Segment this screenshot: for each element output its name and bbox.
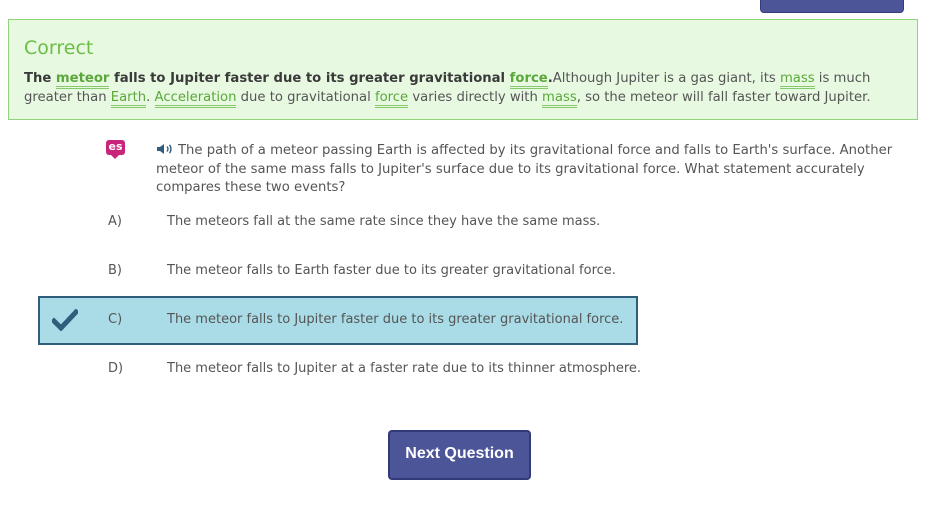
feedback-text: The meteor falls to Jupiter faster due t… bbox=[24, 70, 904, 108]
glossary-link-force[interactable]: force bbox=[509, 71, 548, 89]
answer-choice-b[interactable]: B) The meteor falls to Earth faster due … bbox=[0, 263, 943, 283]
choice-text: The meteor falls to Jupiter at a faster … bbox=[167, 361, 642, 376]
text-segment: The bbox=[24, 71, 56, 86]
answer-choice-c[interactable]: C) The meteor falls to Jupiter faster du… bbox=[0, 312, 943, 332]
choice-text: The meteors fall at the same rate since … bbox=[167, 214, 601, 229]
glossary-link-meteor[interactable]: meteor bbox=[55, 71, 110, 89]
question-stem: The path of a meteor passing Earth is af… bbox=[156, 142, 916, 198]
choice-letter: A) bbox=[108, 214, 122, 229]
text-segment: . bbox=[146, 89, 155, 105]
glossary-link-earth[interactable]: Earth bbox=[110, 89, 147, 108]
spanish-translation-icon[interactable]: es bbox=[106, 140, 125, 159]
text-segment: varies directly with bbox=[408, 89, 543, 105]
text-segment: falls to Jupiter faster due to its great… bbox=[109, 71, 510, 86]
text-segment: due to gravitational bbox=[236, 89, 375, 105]
text-segment: Although Jupiter is a gas giant, its bbox=[552, 71, 780, 86]
glossary-link-mass[interactable]: mass bbox=[542, 89, 577, 108]
choice-letter: B) bbox=[108, 263, 122, 278]
choice-letter: D) bbox=[108, 361, 124, 376]
text-segment: , so the meteor will fall faster toward … bbox=[576, 89, 871, 105]
choice-text: The meteor falls to Jupiter faster due t… bbox=[167, 312, 624, 327]
choice-text: The meteor falls to Earth faster due to … bbox=[167, 263, 616, 278]
feedback-panel: Correct The meteor falls to Jupiter fast… bbox=[8, 19, 918, 120]
choice-letter: C) bbox=[108, 312, 123, 327]
speaker-icon[interactable] bbox=[156, 143, 174, 155]
question-text: The path of a meteor passing Earth is af… bbox=[156, 143, 893, 195]
feedback-answer: The meteor falls to Jupiter faster due t… bbox=[24, 71, 553, 89]
next-question-button[interactable]: Next Question bbox=[388, 430, 531, 480]
answer-choice-d[interactable]: D) The meteor falls to Jupiter at a fast… bbox=[0, 361, 943, 381]
glossary-link-mass[interactable]: mass bbox=[779, 71, 815, 89]
answer-choice-a[interactable]: A) The meteors fall at the same rate sin… bbox=[0, 214, 943, 234]
top-button[interactable] bbox=[760, 0, 904, 13]
feedback-title: Correct bbox=[24, 37, 94, 59]
glossary-link-acceleration[interactable]: Acceleration bbox=[154, 89, 237, 108]
glossary-link-force[interactable]: force bbox=[374, 89, 409, 108]
